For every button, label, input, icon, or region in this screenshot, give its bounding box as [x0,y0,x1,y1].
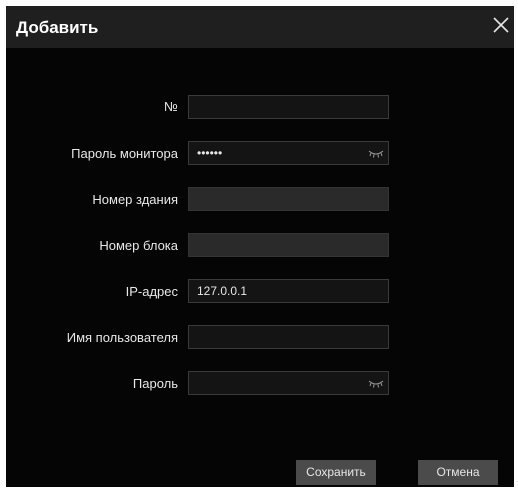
dialog-titlebar: Добавить [6,6,514,48]
password-field[interactable] [188,371,389,395]
add-dialog: Добавить № Пароль монитора •••••• Номер … [6,6,514,487]
building-number-label: Номер здания [92,192,178,207]
dialog-title: Добавить [16,18,99,37]
eye-closed-icon[interactable] [368,377,384,389]
close-icon[interactable] [488,12,514,38]
password-label: Пароль [132,376,178,391]
save-button[interactable]: Сохранить [296,460,376,485]
ip-address-value: 127.0.0.1 [197,284,248,298]
ip-address-label: IP-адрес [125,284,178,299]
username-label: Имя пользователя [66,330,178,345]
number-field[interactable] [188,95,389,119]
username-field[interactable] [188,325,389,349]
block-number-label: Номер блока [99,238,178,253]
monitor-password-field[interactable]: •••••• [188,141,389,165]
building-number-field[interactable] [188,187,389,211]
monitor-password-value: •••••• [197,146,223,160]
monitor-password-label: Пароль монитора [71,146,178,161]
number-label: № [164,99,178,114]
block-number-field[interactable] [188,233,389,257]
cancel-button[interactable]: Отмена [418,460,498,485]
ip-address-field[interactable]: 127.0.0.1 [188,279,389,303]
eye-closed-icon[interactable] [368,147,384,159]
